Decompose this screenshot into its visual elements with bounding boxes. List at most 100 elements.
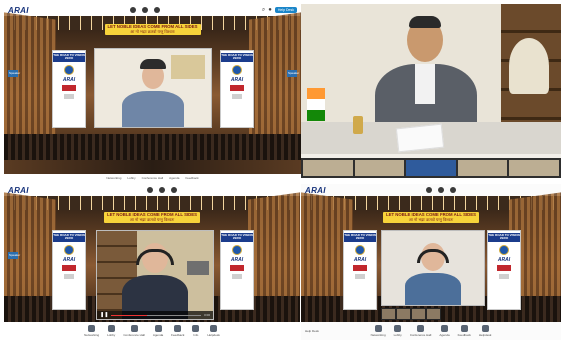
- standee-right: THE ROAD TO VISION ZERO ARAI: [220, 230, 254, 310]
- standee-right: THE ROAD TO VISION ZERO ARAI: [220, 50, 254, 128]
- emblem-icon: [232, 244, 242, 255]
- standee-tag: THE ROAD TO VISION ZERO: [53, 53, 85, 62]
- dock-item-conference-hall[interactable]: Conference Hall: [123, 325, 145, 337]
- info-icon[interactable]: [438, 187, 445, 193]
- minister-video-panel: [301, 4, 561, 182]
- dock-item-3[interactable]: Conference Hall: [142, 176, 164, 180]
- standee-logo: ARAI: [62, 256, 76, 263]
- participant-strip: [301, 158, 561, 178]
- help-desk-button[interactable]: Help Desk: [274, 7, 297, 13]
- settings-icon[interactable]: [154, 7, 161, 13]
- participant-thumb[interactable]: [303, 160, 353, 176]
- settings-icon[interactable]: [171, 187, 178, 193]
- banner-hindi: आ नो भद्राः क्रतवो यन्तु विश्वतः: [130, 28, 175, 34]
- bottom-strip: Networking Lobby Conference Hall Agenda …: [4, 160, 301, 182]
- banner-hindi: आ नो भद्राः क्रतवो यन्तु विश्वतः: [408, 216, 454, 222]
- top-right-controls: ⌕ ● Help Desk: [262, 7, 297, 13]
- side-tab-right[interactable]: Speaker: [287, 70, 299, 78]
- participant-thumb[interactable]: [412, 309, 425, 319]
- home-icon[interactable]: [426, 187, 433, 193]
- dock-item-4[interactable]: Agenda: [169, 176, 179, 180]
- dock-item-lobby[interactable]: Lobby: [394, 325, 402, 337]
- speaker-figure: [401, 239, 465, 305]
- emblem-icon: [355, 244, 365, 255]
- dock-item-feedback[interactable]: Feedback: [171, 325, 184, 337]
- speaker-figure: [118, 57, 188, 127]
- partner-logo: [232, 273, 242, 279]
- search-icon[interactable]: ⌕: [262, 7, 265, 13]
- speaker-video[interactable]: [381, 230, 485, 306]
- event-banner: LET NOBLE IDEAS COME FROM ALL SIDES आ नो…: [104, 212, 200, 223]
- participant-thumb[interactable]: [354, 160, 405, 176]
- event-banner: LET NOBLE IDEAS COME FROM ALL SIDES आ नो…: [104, 24, 201, 35]
- dock-item-helpdesk[interactable]: Helpdesk: [207, 325, 220, 337]
- top-nav-icons: [147, 187, 178, 193]
- home-icon[interactable]: [130, 7, 137, 13]
- partner-logo: [232, 93, 242, 99]
- speaker-video[interactable]: ❚❚ 0:00: [96, 230, 214, 320]
- speaker-figure: [118, 239, 192, 319]
- dock-item-networking[interactable]: Networking: [371, 325, 386, 337]
- standee-logo: ARAI: [62, 76, 76, 83]
- sponsor-logo: [497, 264, 511, 271]
- trophy: [353, 116, 363, 134]
- side-tab-left[interactable]: Speaker: [8, 70, 20, 78]
- emblem-icon: [64, 244, 74, 255]
- standee-logo: ARAI: [230, 76, 244, 83]
- progress-bar[interactable]: [111, 314, 202, 316]
- player-time: 0:00: [204, 313, 210, 317]
- bottom-dock: Networking Lobby Conference Hall Agenda …: [4, 322, 300, 340]
- top-bar: ARAI ⌕ ● Help Desk: [4, 4, 301, 16]
- user-icon[interactable]: ●: [268, 7, 272, 13]
- event-banner: LET NOBLE IDEAS COME FROM ALL SIDES आ नो…: [383, 212, 479, 223]
- participant-thumb[interactable]: [509, 160, 559, 176]
- standee-logo: ARAI: [353, 256, 367, 263]
- dock-item-2[interactable]: Lobby: [127, 176, 135, 180]
- top-bar: ARAI: [301, 184, 561, 196]
- play-icon[interactable]: ❚❚: [100, 312, 108, 318]
- standee-tag: THE ROAD TO VISION ZERO: [53, 233, 85, 242]
- help-desk-link[interactable]: Help Desk: [305, 329, 319, 333]
- sponsor-logo: [62, 264, 76, 271]
- settings-icon[interactable]: [450, 187, 457, 193]
- sponsor-logo: [230, 264, 244, 271]
- emblem-icon: [232, 64, 242, 75]
- info-icon[interactable]: [142, 7, 149, 13]
- standee-tag: THE ROAD TO VISION ZERO: [221, 53, 253, 62]
- dock-item-info[interactable]: Info: [192, 325, 200, 337]
- dock-item-feedback[interactable]: Feedback: [458, 325, 471, 337]
- dock-item-conference-hall[interactable]: Conference Hall: [410, 325, 431, 337]
- dock-item-5[interactable]: Feedback: [185, 176, 198, 180]
- partner-logo: [355, 273, 365, 279]
- participant-thumb[interactable]: [406, 160, 456, 176]
- info-icon[interactable]: [159, 187, 166, 193]
- dock-item-helpdesk[interactable]: Helpdesk: [479, 325, 491, 337]
- dock-item-agenda[interactable]: Agenda: [153, 325, 163, 337]
- dock-item-networking[interactable]: Networking: [84, 325, 99, 337]
- home-icon[interactable]: [147, 187, 154, 193]
- virtual-hall-panel-top-left: ARAI ⌕ ● Help Desk LET NOBLE IDEAS COME …: [4, 4, 301, 182]
- top-bar: ARAI: [4, 184, 300, 196]
- virtual-hall-panel-bottom-left: ARAI LET NOBLE IDEAS COME FROM ALL SIDES…: [4, 184, 300, 340]
- partner-logo: [64, 273, 74, 279]
- speaker-video[interactable]: [94, 48, 212, 128]
- emblem-icon: [499, 244, 509, 255]
- standee-tag: THE ROAD TO VISION ZERO: [488, 233, 520, 242]
- emblem-icon: [64, 64, 74, 75]
- standee-left: THE ROAD TO VISION ZERO ARAI: [343, 230, 377, 310]
- banner-hindi: आ नो भद्राः क्रतवो यन्तु विश्वतः: [129, 216, 175, 222]
- standee-logo: ARAI: [497, 256, 511, 263]
- participant-thumb[interactable]: [382, 309, 395, 319]
- flag-icon: [307, 88, 325, 122]
- dock-item-1[interactable]: Networking: [106, 176, 121, 180]
- dock-item-lobby[interactable]: Lobby: [107, 325, 115, 337]
- dock-item-agenda[interactable]: Agenda: [439, 325, 450, 337]
- participant-thumb[interactable]: [427, 309, 440, 319]
- partner-logo: [64, 93, 74, 99]
- participant-thumb[interactable]: [457, 160, 508, 176]
- video-player-bar[interactable]: ❚❚ 0:00: [97, 311, 213, 319]
- partner-logo: [499, 273, 509, 279]
- sponsor-logo: [62, 84, 76, 91]
- side-tab-left[interactable]: Speaker: [8, 252, 20, 260]
- participant-thumb[interactable]: [397, 309, 410, 319]
